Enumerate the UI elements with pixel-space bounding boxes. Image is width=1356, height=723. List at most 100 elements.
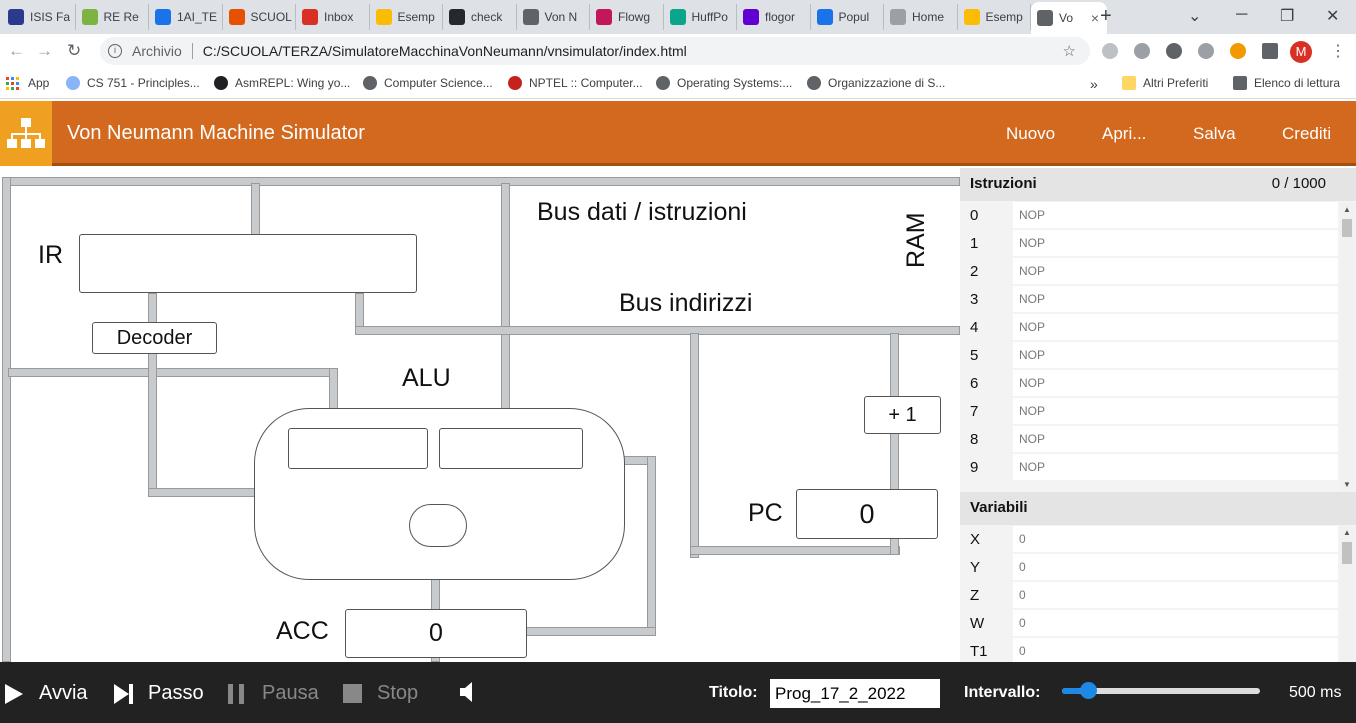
browser-tab[interactable]: check — [443, 4, 517, 30]
instruction-cell[interactable]: NOP — [1013, 370, 1338, 396]
menu-open[interactable]: Apri... — [1102, 124, 1146, 144]
ram-label: RAM — [902, 212, 930, 268]
instruction-cell[interactable]: NOP — [1013, 454, 1338, 480]
browser-tab[interactable]: ISIS Fa — [2, 4, 76, 30]
title-input[interactable] — [770, 679, 940, 708]
bookmark-star-icon[interactable]: ☆ — [1063, 42, 1076, 60]
app-title: Von Neumann Machine Simulator — [67, 122, 365, 144]
address-bar[interactable]: i Archivio C:/SCUOLA/TERZA/SimulatoreMac… — [100, 37, 1090, 65]
scroll-thumb[interactable] — [1342, 219, 1352, 237]
other-bookmarks-folder[interactable]: Altri Preferiti — [1122, 76, 1208, 90]
instruction-cell[interactable]: NOP — [1013, 286, 1338, 312]
instruction-cell[interactable]: NOP — [1013, 258, 1338, 284]
minimize-button[interactable]: ─ — [1236, 6, 1247, 24]
close-window-button[interactable]: ✕ — [1326, 6, 1339, 26]
dropbox-icon[interactable] — [1134, 43, 1150, 59]
browser-tab-strip: ISIS Fa RE Re 1AI_TE SCUOL Inbox Esemp check Vo… — [0, 0, 1356, 34]
address-url[interactable]: C:/SCUOLA/TERZA/SimulatoreMacchinaVonNeu… — [203, 43, 687, 59]
scroll-up-icon[interactable]: ▲ — [1343, 205, 1351, 214]
variable-name: T1 — [970, 643, 988, 660]
pause-button[interactable]: Pausa — [228, 682, 319, 705]
instruction-cell[interactable]: NOP — [1013, 398, 1338, 424]
stop-button[interactable]: Stop — [343, 682, 418, 705]
bookmark-asmrepl[interactable]: AsmREPL: Wing yo... — [214, 76, 350, 90]
tab-favicon-icon — [81, 9, 98, 25]
tab-close-icon[interactable]: × — [1091, 10, 1099, 26]
scroll-down-icon[interactable]: ▼ — [1343, 480, 1351, 489]
bookmark-organizzazione[interactable]: Organizzazione di S... — [807, 76, 945, 90]
tab-search-icon[interactable]: ⌄ — [1188, 6, 1201, 26]
instruction-row: 7 NOP — [960, 397, 1340, 425]
control-wire — [329, 368, 338, 413]
browser-tab[interactable]: SCUOL — [223, 4, 296, 30]
browser-tab[interactable]: 1AI_TE — [149, 4, 223, 30]
forward-arrow-icon[interactable]: → — [36, 41, 53, 61]
grammarly-icon[interactable] — [1230, 43, 1246, 59]
instructions-scrollbar[interactable]: ▲ ▼ — [1340, 203, 1354, 491]
site-info-icon[interactable]: i — [108, 44, 122, 58]
instruction-cell[interactable]: NOP — [1013, 230, 1338, 256]
step-button[interactable]: Passo — [114, 682, 204, 705]
browser-tab[interactable]: Inbox — [296, 4, 370, 30]
browser-tab[interactable]: Popul — [811, 4, 884, 30]
reading-list-button[interactable]: Elenco di lettura — [1233, 76, 1340, 90]
menu-save[interactable]: Salva — [1193, 124, 1236, 144]
bookmark-cs751[interactable]: CS 751 - Principles... — [66, 76, 200, 90]
tab-label: Popul — [838, 10, 870, 24]
instruction-cell[interactable]: NOP — [1013, 342, 1338, 368]
variable-value[interactable]: 0 — [1013, 638, 1338, 664]
puzzle-extensions-icon[interactable] — [1262, 43, 1278, 59]
browser-tab[interactable]: flogor — [737, 4, 811, 30]
profile-avatar[interactable]: M — [1290, 41, 1312, 63]
instructions-title: Istruzioni — [970, 175, 1037, 192]
browser-tab[interactable]: RE Re — [76, 4, 149, 30]
interval-slider[interactable] — [1062, 682, 1260, 699]
instruction-row: 5 NOP — [960, 341, 1340, 369]
extension-icon-1[interactable] — [1102, 43, 1118, 59]
tab-favicon-icon — [375, 9, 392, 25]
instructions-count: 0 / 1000 — [1271, 175, 1326, 192]
scroll-thumb[interactable] — [1342, 542, 1352, 564]
run-button[interactable]: Avvia — [5, 682, 88, 705]
step-icon — [114, 683, 129, 704]
browser-tab[interactable]: Esemp — [958, 4, 1031, 30]
back-arrow-icon[interactable]: ← — [8, 41, 25, 61]
tab-label: flogor — [765, 10, 796, 24]
instruction-row: 2 NOP — [960, 257, 1340, 285]
bookmark-computer-science[interactable]: Computer Science... — [363, 76, 493, 90]
variable-value[interactable]: 0 — [1013, 526, 1338, 552]
browser-tab[interactable]: HuffPo — [664, 4, 737, 30]
bookmark-operating-systems[interactable]: Operating Systems:... — [656, 76, 792, 90]
variable-value[interactable]: 0 — [1013, 554, 1338, 580]
new-tab-button[interactable]: + — [1100, 5, 1112, 28]
variable-value[interactable]: 0 — [1013, 610, 1338, 636]
step-bar-icon — [129, 683, 133, 704]
browser-tab[interactable]: Esemp — [370, 4, 443, 30]
extension-icon-3[interactable] — [1166, 43, 1182, 59]
scroll-up-icon[interactable]: ▲ — [1343, 528, 1351, 537]
sound-toggle[interactable] — [460, 682, 474, 702]
variables-scrollbar[interactable]: ▲ — [1340, 526, 1354, 662]
instruction-cell[interactable]: NOP — [1013, 314, 1338, 340]
bookmark-nptel[interactable]: NPTEL :: Computer... — [508, 76, 643, 90]
browser-tab[interactable]: Von N — [517, 4, 590, 30]
variable-value[interactable]: 0 — [1013, 582, 1338, 608]
interval-slider-thumb[interactable] — [1079, 682, 1097, 699]
instruction-row: 4 NOP — [960, 313, 1340, 341]
browser-menu-icon[interactable]: ⋮ — [1330, 41, 1346, 61]
bookmarks-overflow-button[interactable]: » — [1090, 76, 1098, 92]
instruction-cell[interactable]: NOP — [1013, 202, 1338, 228]
browser-tab[interactable]: Flowg — [590, 4, 664, 30]
browser-tab[interactable]: Home — [884, 4, 958, 30]
instruction-cell[interactable]: NOP — [1013, 426, 1338, 452]
tab-favicon-icon — [669, 9, 686, 25]
bookmark-label: AsmREPL: Wing yo... — [235, 76, 351, 90]
reload-icon[interactable]: ↻ — [67, 41, 81, 61]
extension-icon-4[interactable] — [1198, 43, 1214, 59]
menu-new[interactable]: Nuovo — [1006, 124, 1055, 144]
instruction-row: 0 NOP — [960, 201, 1340, 229]
menu-credits[interactable]: Crediti — [1282, 124, 1331, 144]
browser-tab[interactable]: Vo × — [1031, 2, 1107, 34]
bookmark-apps[interactable]: App — [6, 76, 49, 90]
maximize-button[interactable]: ❐ — [1280, 6, 1294, 26]
